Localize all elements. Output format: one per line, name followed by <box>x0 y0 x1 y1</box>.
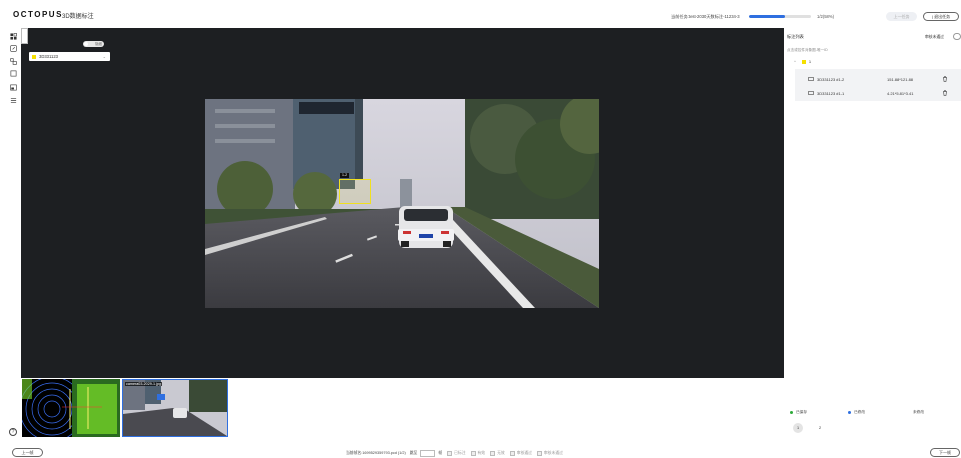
edit-icon[interactable] <box>9 45 17 52</box>
help-icon[interactable]: ? <box>9 428 17 436</box>
task-progress-fill <box>749 15 785 18</box>
group-name: 1 <box>808 59 812 64</box>
chevron-down-icon: ⌄ <box>102 54 106 59</box>
trash-icon[interactable] <box>942 76 948 82</box>
exit-task-button[interactable]: | 退出任务 <box>923 12 959 21</box>
next-frame-button[interactable]: 下一帧 <box>930 448 960 457</box>
filter-review-passed-checkbox[interactable]: 审核通过 <box>509 451 532 456</box>
camera-thumbnail[interactable]: camera03-2029-1.jpg <box>122 379 228 437</box>
page-2-button[interactable]: 2 <box>815 423 825 433</box>
jump-label: 跳至 <box>409 451 418 455</box>
legend-label: 已修改 <box>854 410 866 414</box>
trash-icon[interactable] <box>942 90 948 96</box>
chevron-up-icon: ^ <box>794 59 796 64</box>
modified-dot <box>848 411 851 414</box>
group-color-swatch <box>801 59 806 64</box>
frame-jump-input[interactable] <box>420 450 436 457</box>
grid-icon[interactable] <box>9 33 17 40</box>
filter-review-failed-checkbox[interactable]: 审核未通过 <box>536 451 563 456</box>
camera-thumbnail-label: camera03-2029-1.jpg <box>125 382 163 386</box>
legend-modified: 已修改 <box>848 410 865 415</box>
legend-label: 已保存 <box>796 410 808 414</box>
task-progress-bar <box>749 15 811 18</box>
legend-label: 未修改 <box>913 410 925 414</box>
pointcloud-thumbnail[interactable] <box>22 379 120 437</box>
object-class-value: 3D331123 <box>39 54 59 59</box>
list-item[interactable]: 3D331123 #1-1 4.21*5.81*3.41 <box>808 90 948 96</box>
bounding-box-tag: 1-2 <box>340 173 350 178</box>
app-logo: OCTOPUS <box>13 10 63 19</box>
object-list <box>795 69 961 101</box>
hide-toggle-knob <box>84 42 88 46</box>
annotation-app: OCTOPUS 3D数据标注 当前任务:test-2030天数标注-11234-… <box>0 0 961 458</box>
cube-icon <box>808 91 814 95</box>
list-item[interactable]: 3D331123 #1-2 151.88*121.88 <box>808 76 948 82</box>
review-failed-toggle[interactable] <box>953 33 961 40</box>
prev-frame-button[interactable]: 上一帧 <box>12 448 43 457</box>
object-name: 3D331123 #1-1 <box>817 90 845 96</box>
current-file-label: 当前帧名:1699529359793.pcd (1/2) <box>346 451 406 455</box>
frame-navigator: 当前帧名:1699529359793.pcd (1/2) 跳至 帧 已标注 有效… <box>346 450 563 457</box>
canvas-drag-handle[interactable] <box>21 28 28 44</box>
app-title: 3D数据标注 <box>62 14 94 20</box>
frame-unit-label: 帧 <box>438 451 443 455</box>
class-color-swatch <box>32 54 36 59</box>
filter-invalid-checkbox[interactable]: 无效 <box>490 451 505 456</box>
annotation-list-subtitle: 点击或控件对象图-唯一ID <box>787 48 828 52</box>
object-dims: 151.88*121.88 <box>887 76 914 82</box>
legend-unmodified: 未修改 <box>913 410 924 415</box>
top-header: OCTOPUS 3D数据标注 当前任务:test-2030天数标注-11234-… <box>0 0 961 28</box>
layers-icon[interactable] <box>9 58 17 65</box>
bounding-box[interactable] <box>339 179 371 204</box>
list-icon[interactable] <box>9 97 17 104</box>
object-dims: 4.21*5.81*3.41 <box>887 90 914 96</box>
square-icon[interactable] <box>9 70 17 77</box>
camera-image[interactable] <box>205 99 599 308</box>
prev-task-button[interactable]: 上一任务 <box>886 12 917 21</box>
object-name: 3D331123 #1-2 <box>817 76 845 82</box>
object-class-select[interactable]: 3D331123 ⌄ <box>29 52 110 61</box>
current-task-label: 当前任务:test-2030天数标注-11234-3 <box>671 14 740 19</box>
filter-annotated-checkbox[interactable]: 已标注 <box>447 451 466 456</box>
image-icon[interactable] <box>9 84 17 91</box>
legend-saved: 已保存 <box>790 410 807 415</box>
filter-valid-checkbox[interactable]: 有效 <box>470 451 485 456</box>
page-1-button[interactable]: 1 <box>793 423 803 433</box>
task-progress-text: 1/2(58%) <box>817 14 834 19</box>
review-failed-label: 审核未通过 <box>925 35 944 39</box>
saved-dot <box>790 411 793 414</box>
cube-icon <box>808 77 814 81</box>
annotation-list-title: 标注列表 <box>787 34 804 39</box>
group-header[interactable]: ^ 1 <box>794 59 811 64</box>
